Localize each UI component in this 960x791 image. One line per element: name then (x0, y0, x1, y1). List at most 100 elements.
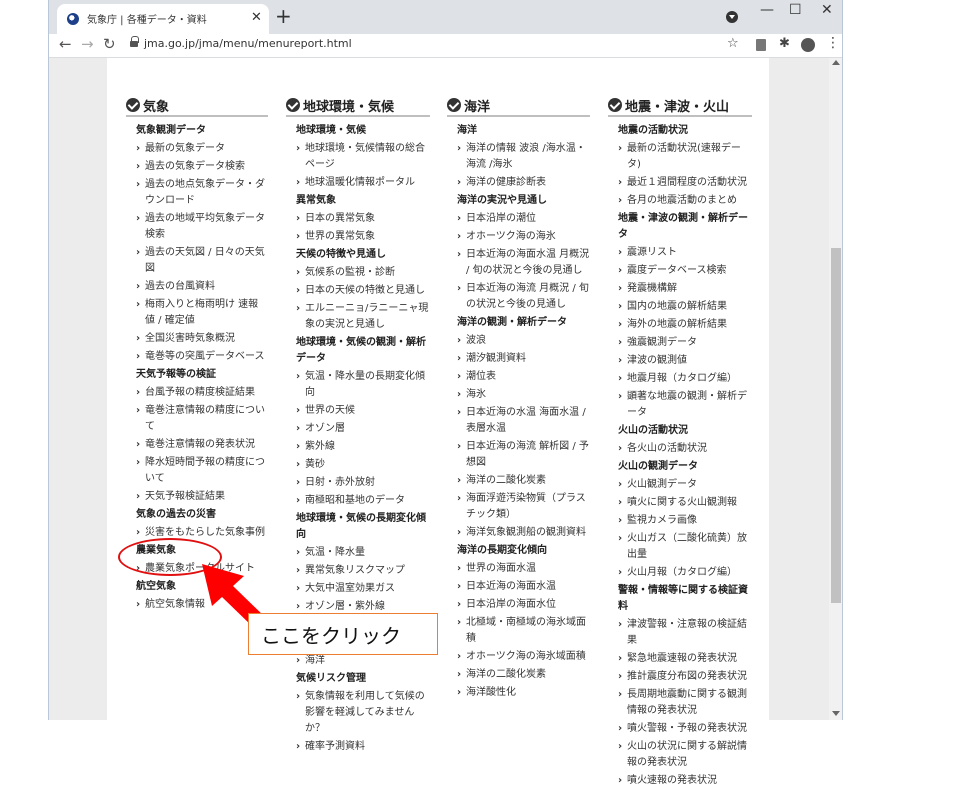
scrollbar-thumb[interactable] (831, 248, 841, 603)
menu-link[interactable]: 火山の状況に関する解説情報の発表状況 (618, 739, 752, 771)
menu-link[interactable]: 各火山の活動状況 (618, 441, 752, 457)
menu-link[interactable]: オホーツク海の海氷 (457, 229, 590, 245)
menu-link[interactable]: 海洋気象観測船の観測資料 (457, 525, 590, 541)
menu-link[interactable]: 過去の気象データ検索 (136, 159, 268, 175)
menu-link[interactable]: 日本沿岸の潮位 (457, 211, 590, 227)
menu-link[interactable]: 波浪 (457, 333, 590, 349)
column-title[interactable]: 地球環境・気候 (303, 96, 394, 115)
menu-link[interactable]: 海洋の二酸化炭素 (457, 473, 590, 489)
menu-link[interactable]: 最新の気象データ (136, 141, 268, 157)
menu-link[interactable]: 噴火に関する火山観測報 (618, 495, 752, 511)
menu-link[interactable]: 降水短時間予報の精度について (136, 455, 268, 487)
pdf-extension-icon[interactable] (756, 39, 766, 51)
menu-link[interactable]: 日本沿岸の海面水位 (457, 597, 590, 613)
menu-link[interactable]: 最新の活動状況(速報データ) (618, 141, 752, 173)
menu-link[interactable]: 異常気象リスクマップ (296, 563, 430, 579)
menu-link[interactable]: 日本近海の海流 解析図 / 予想図 (457, 439, 590, 471)
menu-link[interactable]: 海洋酸性化 (457, 685, 590, 701)
menu-link[interactable]: 台風予報の精度検証結果 (136, 385, 268, 401)
menu-link[interactable]: 火山ガス（二酸化硫黄）放出量 (618, 531, 752, 563)
menu-link[interactable]: 推計震度分布図の発表状況 (618, 669, 752, 685)
menu-link[interactable]: 梅雨入りと梅雨明け 速報値 / 確定値 (136, 297, 268, 329)
menu-link[interactable]: 過去の地点気象データ・ダウンロード (136, 177, 268, 209)
menu-link[interactable]: 地球温暖化情報ポータル (296, 175, 430, 191)
menu-link[interactable]: 噴火速報の発表状況 (618, 773, 752, 789)
scroll-up-arrow-icon[interactable] (832, 60, 840, 65)
menu-link[interactable]: 緊急地震速報の発表状況 (618, 651, 752, 667)
menu-link[interactable]: 世界の海面水温 (457, 561, 590, 577)
menu-link[interactable]: 監視カメラ画像 (618, 513, 752, 529)
menu-link[interactable]: 世界の天候 (296, 403, 430, 419)
menu-link[interactable]: 竜巻等の突風データベース (136, 349, 268, 365)
menu-link[interactable]: 海洋の二酸化炭素 (457, 667, 590, 683)
menu-link[interactable]: 竜巻注意情報の発表状況 (136, 437, 268, 453)
minimize-button[interactable]: — (760, 2, 774, 18)
menu-link[interactable]: 津波の観測値 (618, 353, 752, 369)
menu-link[interactable]: 火山月報（カタログ編） (618, 565, 752, 581)
menu-link[interactable]: 南極昭和基地のデータ (296, 493, 430, 509)
profile-avatar-icon[interactable] (801, 38, 815, 52)
profile-dropdown-icon[interactable] (726, 11, 738, 23)
menu-link[interactable]: 海洋の情報 波浪 /海水温・海流 /海氷 (457, 141, 590, 173)
scroll-down-arrow-icon[interactable] (832, 711, 840, 716)
menu-link[interactable]: 各月の地震活動のまとめ (618, 193, 752, 209)
menu-link[interactable]: 火山観測データ (618, 477, 752, 493)
menu-link[interactable]: 強震観測データ (618, 335, 752, 351)
bookmark-star-icon[interactable]: ☆ (727, 36, 739, 51)
menu-link[interactable]: 紫外線 (296, 439, 430, 455)
menu-link[interactable]: 潮汐観測資料 (457, 351, 590, 367)
address-bar[interactable]: jma.go.jp/jma/menu/menureport.html (120, 35, 760, 55)
column-title[interactable]: 気象 (143, 96, 169, 115)
menu-link[interactable]: 過去の地域平均気象データ検索 (136, 211, 268, 243)
menu-link[interactable]: 天気予報検証結果 (136, 489, 268, 505)
menu-link[interactable]: 長周期地震動に関する観測情報の発表状況 (618, 687, 752, 719)
menu-link[interactable]: 津波警報・注意報の検証結果 (618, 617, 752, 649)
back-button[interactable]: ← (59, 35, 72, 53)
menu-link[interactable]: 日本の異常気象 (296, 211, 430, 227)
menu-link[interactable]: 気温・降水量 (296, 545, 430, 561)
tab-close-icon[interactable]: ✕ (251, 10, 262, 25)
menu-link[interactable]: エルニーニョ/ラニーニャ現象の実況と見通し (296, 301, 430, 333)
menu-link[interactable]: 海洋の健康診断表 (457, 175, 590, 191)
forward-button[interactable]: → (81, 35, 94, 53)
new-tab-button[interactable]: + (275, 4, 292, 28)
menu-link[interactable]: 顕著な地震の観測・解析データ (618, 389, 752, 421)
menu-link[interactable]: 気温・降水量の長期変化傾向 (296, 369, 430, 401)
menu-link[interactable]: 気候系の監視・診断 (296, 265, 430, 281)
menu-link[interactable]: 全国災害時気象概況 (136, 331, 268, 347)
menu-link[interactable]: オゾン層 (296, 421, 430, 437)
menu-link[interactable]: 海洋 (296, 653, 430, 669)
menu-link[interactable]: 日本近海の海面水温 月概況 / 旬の状況と今後の見通し (457, 247, 590, 279)
url-text[interactable]: jma.go.jp/jma/menu/menureport.html (144, 37, 352, 50)
menu-link[interactable]: 海面浮遊汚染物質（プラスチック類） (457, 491, 590, 523)
menu-link[interactable]: 地球環境・気候情報の総合ページ (296, 141, 430, 173)
vertical-scrollbar[interactable] (829, 58, 842, 720)
maximize-button[interactable]: ☐ (789, 2, 802, 18)
menu-link[interactable]: 日本近海の海流 月概況 / 旬の状況と今後の見通し (457, 281, 590, 313)
menu-link[interactable]: 震源リスト (618, 245, 752, 261)
menu-link[interactable]: 大気中温室効果ガス (296, 581, 430, 597)
menu-link[interactable]: 日本近海の水温 海面水温 / 表層水温 (457, 405, 590, 437)
menu-link[interactable]: 日本の天候の特徴と見通し (296, 283, 430, 299)
menu-link[interactable]: 竜巻注意情報の精度について (136, 403, 268, 435)
menu-link[interactable]: 黄砂 (296, 457, 430, 473)
menu-link[interactable]: オホーツク海の海氷域面積 (457, 649, 590, 665)
menu-link[interactable]: 世界の異常気象 (296, 229, 430, 245)
menu-link[interactable]: 北極域・南極域の海氷域面積 (457, 615, 590, 647)
menu-link[interactable]: 日射・赤外放射 (296, 475, 430, 491)
menu-link[interactable]: 海氷 (457, 387, 590, 403)
menu-link[interactable]: 潮位表 (457, 369, 590, 385)
window-close-button[interactable]: ✕ (821, 2, 833, 18)
menu-link[interactable]: 過去の台風資料 (136, 279, 268, 295)
menu-link[interactable]: 最近１週間程度の活動状況 (618, 175, 752, 191)
extensions-puzzle-icon[interactable]: ✱ (779, 36, 790, 51)
menu-link[interactable]: 気象情報を利用して気候の影響を軽減してみませんか？ (296, 689, 430, 737)
menu-link[interactable]: 発震機構解 (618, 281, 752, 297)
menu-link[interactable]: 確率予測資料 (296, 739, 430, 755)
menu-link[interactable]: 国内の地震の解析結果 (618, 299, 752, 315)
menu-link[interactable]: 海外の地震の解析結果 (618, 317, 752, 333)
browser-menu-icon[interactable]: ⋮ (826, 35, 840, 51)
column-title[interactable]: 地震・津波・火山 (625, 96, 729, 115)
reload-button[interactable]: ↻ (103, 35, 116, 53)
menu-link[interactable]: 地震月報（カタログ編） (618, 371, 752, 387)
